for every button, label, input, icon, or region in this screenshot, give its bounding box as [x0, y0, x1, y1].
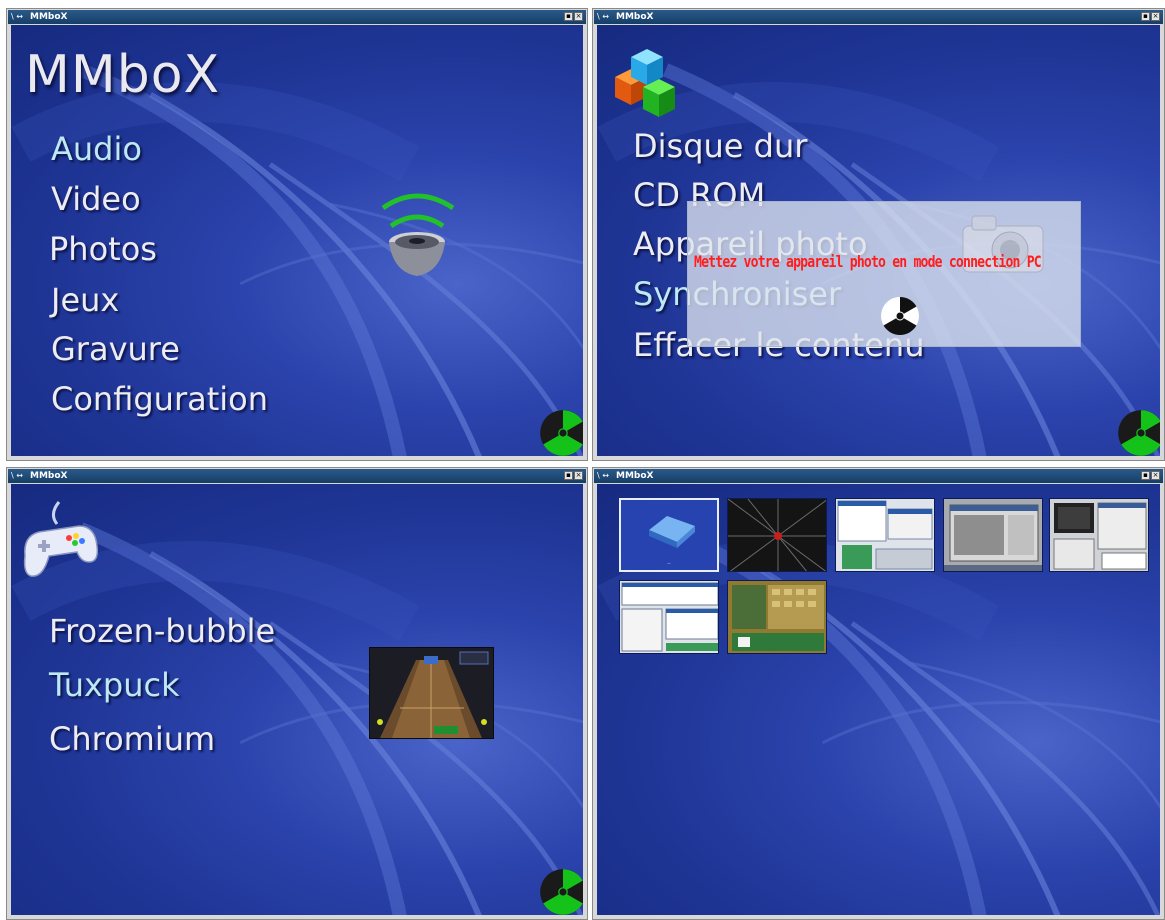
menu-item-gravure[interactable]: Gravure: [51, 330, 180, 368]
close-button[interactable]: ×: [1151, 12, 1160, 21]
window-title: MMboX: [30, 471, 68, 481]
thumbnail-desktop-screenshot-1[interactable]: [835, 498, 935, 572]
radiation-logo-icon: [1117, 409, 1160, 456]
thumbnail-game-screenshot[interactable]: [727, 580, 827, 654]
app-content: Frozen-bubble Tuxpuck Chromium: [11, 484, 583, 915]
radiation-spinner-icon: [881, 297, 919, 335]
minimize-button[interactable]: ▪: [1141, 471, 1150, 480]
thumbnail-desktop-screenshot-4[interactable]: [619, 580, 719, 654]
radiation-logo-icon: [539, 409, 583, 456]
menu-item-configuration[interactable]: Configuration: [51, 380, 268, 418]
titlebar[interactable]: \ ↔ MMboX ▪ ×: [8, 10, 586, 24]
thumbnail-folder[interactable]: ..: [619, 498, 719, 572]
window-games-menu: \ ↔ MMboX ▪ × Frozen-bubble Tuxpuck Chro…: [6, 467, 588, 920]
window-title: MMboX: [616, 12, 654, 22]
app-content: Disque dur CD ROM Appareil photo Synchro…: [597, 25, 1160, 456]
minimize-button[interactable]: ▪: [564, 471, 573, 480]
titlebar[interactable]: \ ↔ MMboX ▪ ×: [8, 469, 586, 483]
window-main-menu: \ ↔ MMboX ▪ × MMboX Audio Video Photos J…: [6, 8, 588, 461]
thumbnail-dark-star-screenshot[interactable]: [727, 498, 827, 572]
game-preview-image: [369, 647, 494, 739]
window-title: MMboX: [30, 12, 68, 22]
titlebar[interactable]: \ ↔ MMboX ▪ ×: [594, 10, 1163, 24]
thumbnail-label: ..: [667, 559, 671, 566]
titlebar[interactable]: \ ↔ MMboX ▪ ×: [594, 469, 1163, 483]
gamepad-icon: [23, 501, 99, 577]
app-content: ..: [597, 484, 1160, 915]
thumbnail-desktop-screenshot-2[interactable]: [943, 498, 1043, 572]
close-button[interactable]: ×: [1151, 471, 1160, 480]
camera-connection-dialog: Mettez votre appareil photo en mode conn…: [687, 201, 1081, 347]
menu-item-video[interactable]: Video: [51, 180, 141, 218]
window-menu-icon[interactable]: \ ↔: [11, 10, 23, 24]
window-menu-icon[interactable]: \ ↔: [597, 10, 609, 24]
close-button[interactable]: ×: [574, 471, 583, 480]
menu-item-tuxpuck[interactable]: Tuxpuck: [49, 666, 180, 704]
thumbnail-desktop-screenshot-3[interactable]: [1049, 498, 1149, 572]
minimize-button[interactable]: ▪: [1141, 12, 1150, 21]
menu-item-photos[interactable]: Photos: [49, 230, 157, 268]
window-title: MMboX: [616, 471, 654, 481]
folder-icon: [649, 516, 695, 548]
speaker-icon: [381, 193, 455, 276]
window-photo-browser: \ ↔ MMboX ▪ × ..: [592, 467, 1165, 920]
window-photo-menu: \ ↔ MMboX ▪ × Disque dur CD ROM Appareil…: [592, 8, 1165, 461]
menu-item-audio[interactable]: Audio: [51, 130, 142, 168]
menu-item-jeux[interactable]: Jeux: [51, 281, 119, 319]
minimize-button[interactable]: ▪: [564, 12, 573, 21]
menu-item-frozen-bubble[interactable]: Frozen-bubble: [49, 612, 275, 650]
window-menu-icon[interactable]: \ ↔: [597, 469, 609, 483]
app-title: MMboX: [25, 45, 221, 105]
close-button[interactable]: ×: [574, 12, 583, 21]
app-content: MMboX Audio Video Photos Jeux Gravure Co…: [11, 25, 583, 456]
cubes-icon: [615, 49, 675, 117]
radiation-logo-icon: [539, 868, 583, 915]
menu-item-chromium[interactable]: Chromium: [49, 720, 215, 758]
menu-item-disque-dur[interactable]: Disque dur: [633, 127, 807, 165]
dialog-message: Mettez votre appareil photo en mode conn…: [694, 252, 1042, 271]
window-menu-icon[interactable]: \ ↔: [11, 469, 23, 483]
